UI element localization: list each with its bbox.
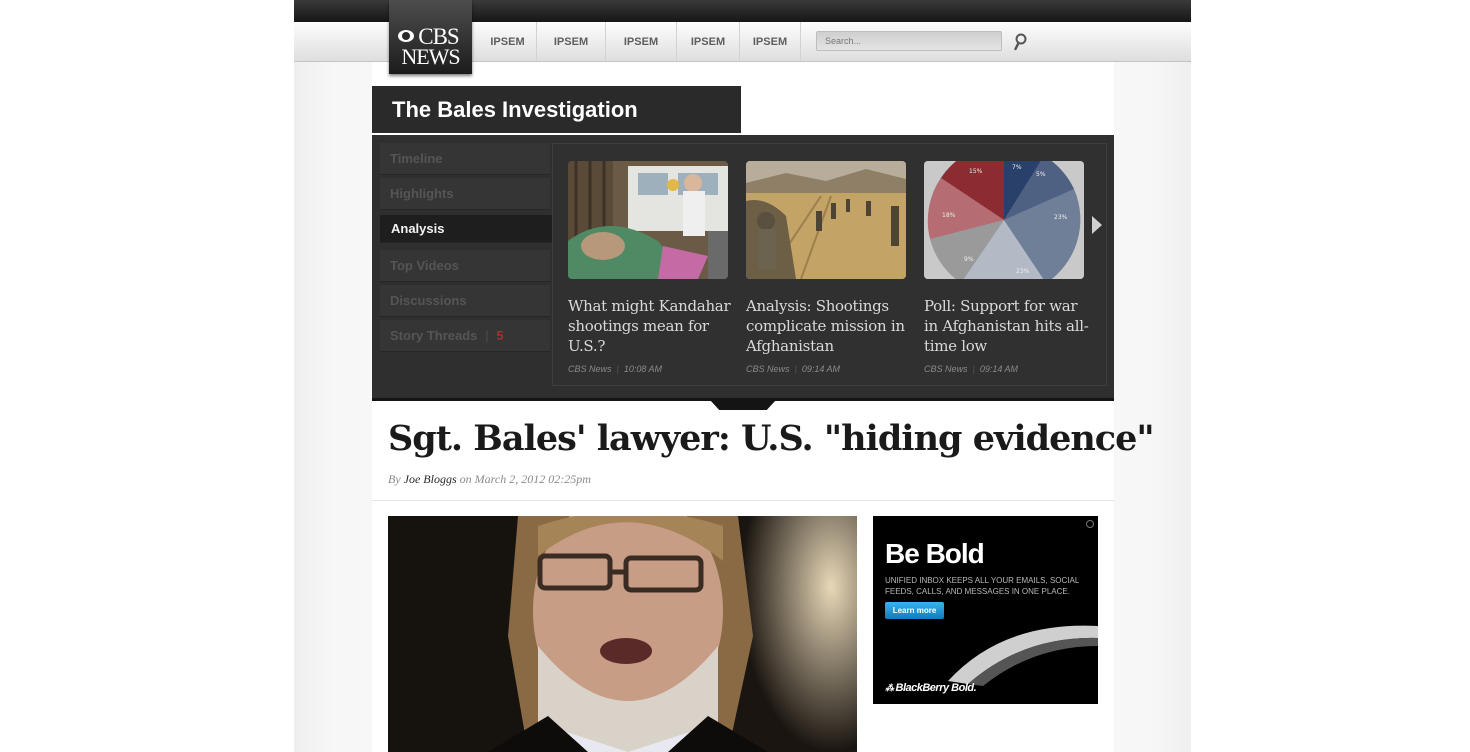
card-source: CBS News — [568, 364, 612, 374]
author-link[interactable]: Joe Bloggs — [404, 472, 457, 486]
card-source: CBS News — [746, 364, 790, 374]
story-threads-count: 5 — [496, 328, 504, 343]
soldiers-patrol-photo[interactable] — [746, 161, 906, 279]
blackberry-icon: ⁂ — [885, 683, 894, 693]
article-headline: Sgt. Bales' lawyer: U.S. "hiding evidenc… — [388, 418, 1155, 459]
nav-item-3[interactable]: IPSEM — [606, 22, 677, 61]
card-title[interactable]: Poll: Support for war in Afghanistan hit… — [924, 296, 1094, 356]
ad-info-icon[interactable] — [1086, 520, 1094, 528]
nav-item-2[interactable]: IPSEM — [537, 22, 606, 61]
sidebar-item-top-videos[interactable]: Top Videos — [380, 250, 550, 282]
article-byline: By Joe Bloggs on March 2, 2012 02:25pm — [388, 472, 591, 487]
nav-item-4[interactable]: IPSEM — [677, 22, 740, 61]
card-carousel: What might Kandahar shootings mean for U… — [552, 143, 1107, 386]
sidebar-item-label: Analysis — [391, 221, 445, 236]
pie-chart-graphic[interactable]: 15% 7% 5% 18% 23% 9% 23% — [924, 161, 1084, 279]
sidebar-item-timeline[interactable]: Timeline — [380, 143, 550, 175]
nav-item-1[interactable]: IPSEM — [479, 22, 537, 61]
card-source: CBS News — [924, 364, 968, 374]
nav-item-5[interactable]: IPSEM — [740, 22, 801, 61]
sidebar-item-highlights[interactable]: Highlights — [380, 178, 550, 210]
hero-photo — [388, 516, 857, 752]
section-panel: Timeline Highlights Analysis Top Videos … — [372, 135, 1114, 399]
carousel-next-icon[interactable] — [1092, 216, 1102, 234]
card-meta: CBS News | 09:14 AM — [746, 364, 841, 374]
pie-label: 9% — [964, 256, 974, 263]
pie-label: 23% — [1016, 268, 1030, 275]
pie-label: 23% — [1054, 214, 1068, 221]
card-meta: CBS News | 10:08 AM — [568, 364, 663, 374]
blackberry-logo: ⁂ BlackBerry Bold. — [885, 682, 977, 694]
sidebar-item-analysis[interactable]: Analysis — [380, 215, 552, 243]
article-date: on March 2, 2012 02:25pm — [459, 472, 591, 486]
pie-label: 18% — [942, 212, 956, 219]
card-time: 10:08 AM — [623, 364, 663, 374]
sidebar-item-discussions[interactable]: Discussions — [380, 285, 550, 317]
phone-graphic — [948, 625, 1098, 686]
sidebar-item-label: Timeline — [390, 151, 443, 166]
cbs-news-logo[interactable]: CBS NEWS — [389, 0, 472, 74]
panel-pointer — [710, 400, 776, 410]
content-area: The Bales Investigation Timeline Highlig… — [372, 62, 1155, 752]
pie-label: 5% — [1036, 171, 1046, 178]
sidebar-item-label: Story Threads — [390, 328, 478, 343]
card-time: 09:14 AM — [979, 364, 1019, 374]
search-icon[interactable] — [1012, 32, 1030, 52]
separator: | — [485, 328, 489, 343]
sidebar-item-label: Discussions — [390, 293, 467, 308]
ad-body: UNIFIED INBOX KEEPS ALL YOUR EMAILS, SOC… — [885, 576, 1079, 596]
card-title[interactable]: What might Kandahar shootings mean for U… — [568, 296, 738, 356]
divider — [372, 500, 1114, 501]
sidebar-item-label: Top Videos — [390, 258, 459, 273]
pie-label: 15% — [969, 168, 983, 175]
sidebar-item-story-threads[interactable]: Story Threads | 5 — [380, 320, 550, 352]
sidebar-item-label: Highlights — [390, 186, 454, 201]
wounded-child-photo[interactable] — [568, 161, 728, 279]
search-input[interactable]: Search... — [816, 31, 1002, 51]
ad-brand-text: BlackBerry Bold. — [895, 682, 977, 694]
section-title: The Bales Investigation — [372, 86, 741, 133]
learn-more-button[interactable]: Learn more — [885, 602, 944, 619]
pie-label: 7% — [1012, 164, 1022, 171]
card-title[interactable]: Analysis: Shootings complicate mission i… — [746, 296, 916, 356]
card-time: 09:14 AM — [801, 364, 841, 374]
logo-line-2: NEWS — [401, 44, 460, 69]
byline-prefix: By — [388, 472, 401, 486]
site-container: IPSEM IPSEM IPSEM IPSEM IPSEM Search... … — [294, 0, 1191, 752]
ad-banner[interactable]: Be Bold UNIFIED INBOX KEEPS ALL YOUR EMA… — [873, 516, 1098, 704]
card-meta: CBS News | 09:14 AM — [924, 364, 1019, 374]
cbs-eye-icon — [398, 30, 414, 42]
ad-title: Be Bold — [885, 538, 985, 569]
